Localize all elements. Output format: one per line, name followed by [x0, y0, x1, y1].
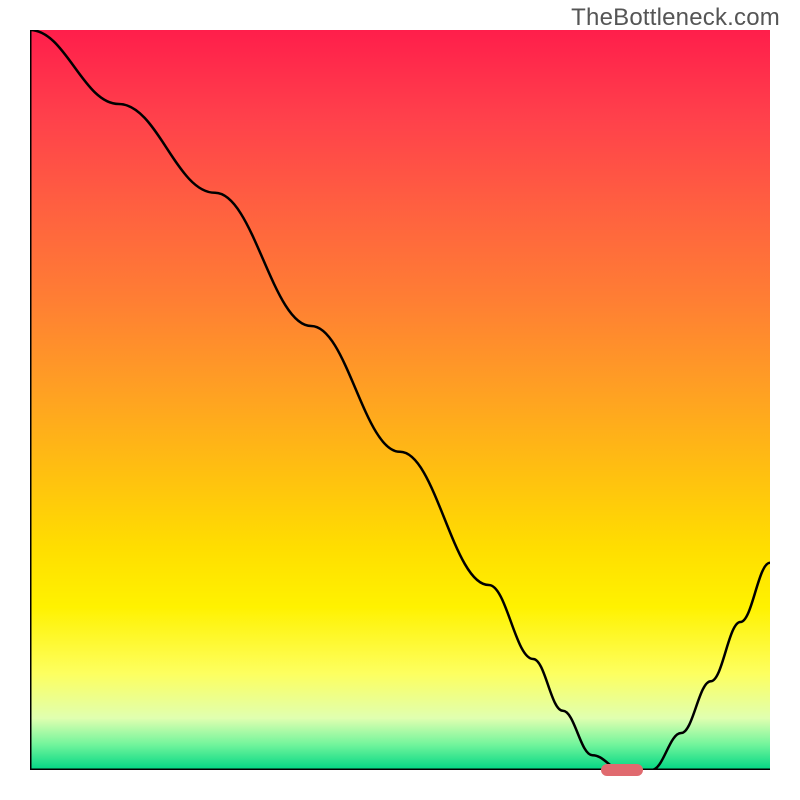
gradient-background [30, 30, 770, 770]
chart-area [30, 30, 770, 770]
watermark-text: TheBottleneck.com [571, 4, 780, 32]
optimum-marker [601, 764, 643, 776]
